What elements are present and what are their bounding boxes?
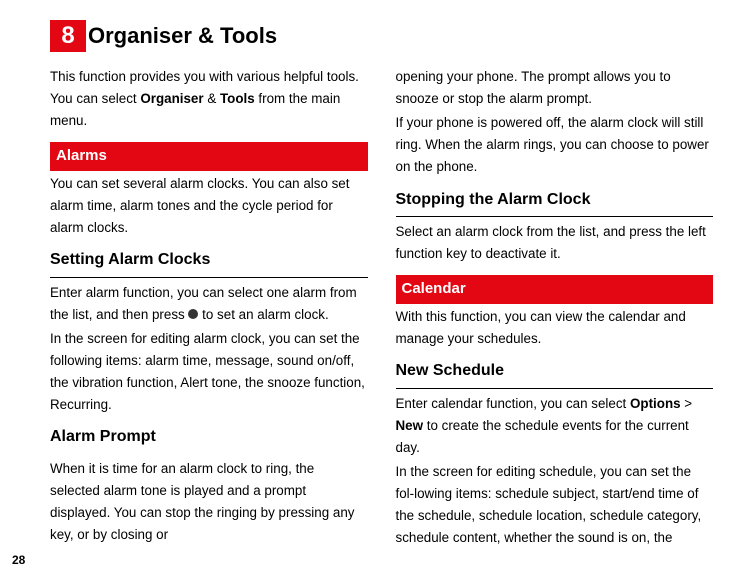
chapter-header: 8 Organiser & Tools [50,20,713,52]
prompt-continuation: opening your phone. The prompt allows yo… [396,66,714,110]
ok-key-icon [188,309,198,319]
setting-alarm-heading: Setting Alarm Clocks [50,247,368,277]
setting-p1: Enter alarm function, you can select one… [50,282,368,326]
content-columns: This function provides you with various … [50,66,713,551]
right-column: opening your phone. The prompt allows yo… [396,66,714,551]
alarm-prompt-heading: Alarm Prompt [50,424,368,453]
chapter-number-box: 8 [50,20,86,52]
calendar-section-bar: Calendar [396,275,714,304]
newsched-p2: In the screen for editing schedule, you … [396,461,714,549]
stopping-p1: Select an alarm clock from the list, and… [396,221,714,265]
alarms-section-bar: Alarms [50,142,368,171]
newsched-pre: Enter calendar function, you can select [396,396,630,411]
calendar-bar-label: Calendar [402,280,466,297]
intro-amp: & [204,91,220,106]
newsched-post: to create the schedule events for the cu… [396,418,689,455]
alarms-intro: You can set several alarm clocks. You ca… [50,173,368,239]
prompt-p1: When it is time for an alarm clock to ri… [50,458,368,546]
setting-p1-post: to set an alarm clock. [198,307,328,322]
intro-tools: Tools [220,91,255,106]
calendar-intro: With this function, you can view the cal… [396,306,714,350]
intro-organiser: Organiser [140,91,203,106]
chapter-title: Organiser & Tools [88,23,277,49]
newsched-new: New [396,418,424,433]
left-column: This function provides you with various … [50,66,368,551]
page-number: 28 [12,553,25,567]
prompt-p2: If your phone is powered off, the alarm … [396,112,714,178]
newsched-gt: > [681,396,693,411]
newsched-p1: Enter calendar function, you can select … [396,393,714,459]
alarms-bar-label: Alarms [56,147,107,164]
newsched-options: Options [630,396,681,411]
intro-paragraph: This function provides you with various … [50,66,368,132]
setting-p2: In the screen for editing alarm clock, y… [50,328,368,416]
new-schedule-heading: New Schedule [396,358,714,388]
stopping-heading: Stopping the Alarm Clock [396,187,714,217]
chapter-number: 8 [61,22,74,50]
